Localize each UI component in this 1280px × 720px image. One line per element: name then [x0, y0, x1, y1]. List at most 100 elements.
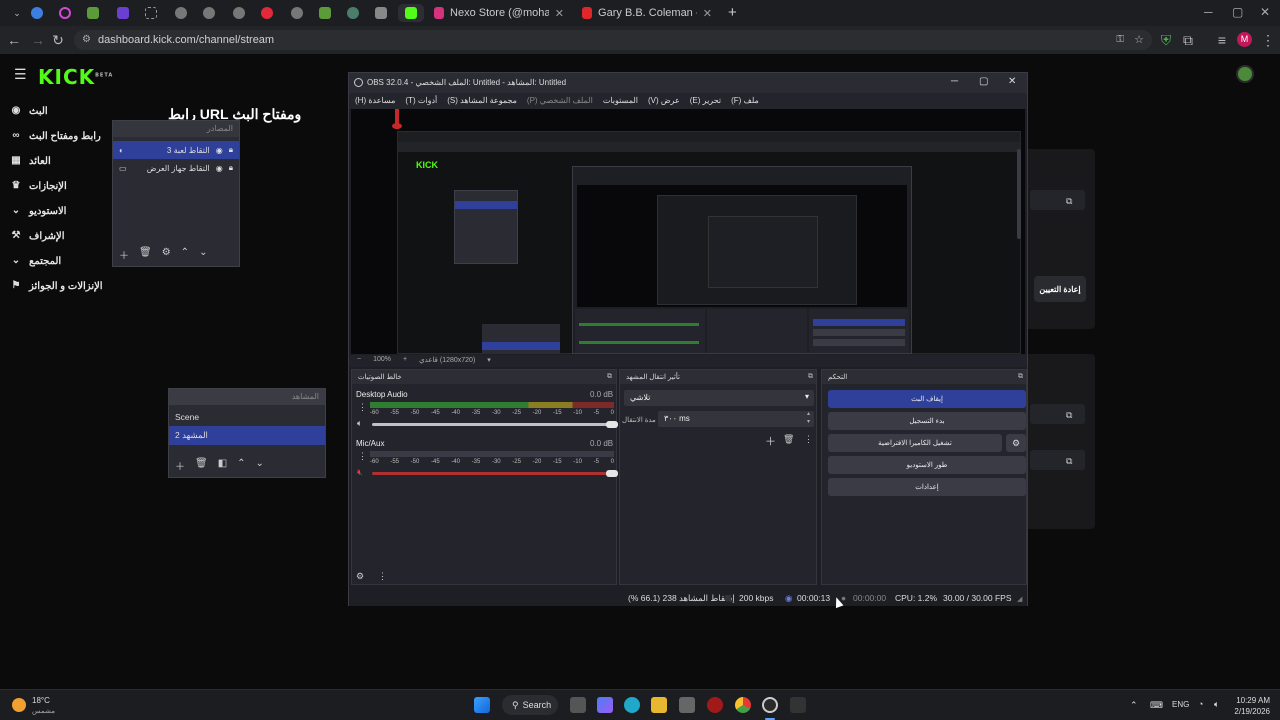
lock-icon[interactable]: 🔒︎ — [229, 145, 233, 155]
address-bar[interactable]: ⚙ dashboard.kick.com/channel/stream ⚿ ☆ — [74, 30, 1152, 50]
file-explorer-icon[interactable] — [651, 697, 667, 713]
mic-muted-icon[interactable]: 🔇︎ — [357, 467, 363, 478]
move-down-icon[interactable]: ⌄ — [256, 458, 264, 473]
add-icon[interactable]: ＋ — [119, 247, 129, 262]
site-info-icon[interactable]: ⚙ — [82, 30, 91, 50]
tab-pinned-13[interactable] — [368, 4, 394, 22]
app-icon[interactable] — [790, 697, 806, 713]
speaker-icon[interactable]: 🔈︎ — [357, 418, 362, 429]
windows-start-icon[interactable] — [474, 697, 490, 713]
stream-key-field[interactable] — [1030, 404, 1085, 424]
menu-dots-icon[interactable]: ⋮ — [1260, 32, 1276, 48]
wifi-icon[interactable]: ◔ — [1198, 699, 1203, 709]
sidebar-item-stream-key[interactable]: ∞ رابط ومفتاح البث — [10, 126, 120, 146]
tab-pinned-8[interactable] — [226, 4, 252, 22]
weather-sun-icon[interactable] — [12, 698, 26, 712]
close-icon[interactable]: ✕ — [555, 7, 564, 20]
tab-pinned-7[interactable] — [196, 4, 222, 22]
move-up-icon[interactable]: ⌃ — [237, 458, 245, 473]
tab-youtube[interactable]: Gary B.B. Coleman - The Sky is ✕ — [574, 2, 720, 24]
eye-icon[interactable]: ◉ — [216, 146, 223, 155]
sidebar-item-drops[interactable]: ⚑ الإنزالات و الجوائز — [10, 276, 150, 296]
back-icon[interactable]: ← — [6, 32, 22, 48]
sidebar-item-revenue[interactable]: ▦ العائد — [10, 151, 120, 171]
menu-profile[interactable]: الملف الشخصي (P) — [527, 96, 593, 106]
maximize-icon[interactable]: ▢ — [979, 76, 988, 87]
menu-view[interactable]: عرض (V) — [648, 96, 680, 106]
user-avatar[interactable] — [1236, 65, 1254, 83]
menu-scene-collection[interactable]: مجموعة المشاهد (S) — [447, 96, 517, 106]
tab-pinned-9[interactable] — [254, 4, 280, 22]
menu-tools[interactable]: أدوات (T) — [405, 96, 437, 106]
move-up-icon[interactable]: ⌃ — [181, 247, 189, 262]
lock-icon[interactable]: 🔒︎ — [229, 163, 233, 173]
close-icon[interactable]: ✕ — [1008, 76, 1016, 87]
tab-pinned-5[interactable] — [138, 4, 164, 22]
trash-icon[interactable]: 🗑︎ — [783, 434, 794, 445]
edge-icon[interactable] — [624, 697, 640, 713]
undock-icon[interactable]: ⧉ — [1018, 373, 1023, 381]
new-tab-button[interactable]: + — [728, 4, 737, 21]
taskbar-search[interactable]: ⚲ Search — [502, 695, 558, 715]
duration-input[interactable]: ٣٠٠ ms ▴ ▾ — [658, 411, 814, 427]
add-icon[interactable]: ＋ — [175, 458, 185, 473]
reload-icon[interactable]: ↻ — [50, 32, 66, 48]
close-icon[interactable]: ✕ — [703, 7, 712, 20]
app-icon[interactable] — [707, 697, 723, 713]
tab-pinned-1[interactable] — [24, 4, 50, 22]
mic-volume-slider[interactable] — [372, 470, 618, 477]
chevron-down-icon[interactable]: ▾ — [487, 356, 491, 366]
virtual-camera-settings-icon[interactable]: ⚙ — [1006, 434, 1026, 452]
language-indicator[interactable]: ENG — [1172, 700, 1189, 709]
slider-knob[interactable] — [606, 470, 618, 477]
forward-icon[interactable]: → — [30, 32, 46, 48]
tab-pinned-6[interactable] — [168, 4, 194, 22]
clock-date[interactable]: 2/19/2026 — [1226, 707, 1270, 716]
tab-pinned-4[interactable] — [110, 4, 136, 22]
add-transition-icon[interactable]: ＋ — [765, 433, 776, 449]
move-down-icon[interactable]: ⌄ — [199, 247, 207, 262]
source-item-display-capture[interactable]: ▭ التقاط جهاز العرض ◉ 🔒︎ — [113, 159, 239, 177]
backup-key-field[interactable] — [1030, 450, 1085, 470]
tab-kick[interactable] — [398, 4, 424, 22]
kick-logo[interactable]: KICKBETA — [38, 65, 113, 89]
zoom-in-icon[interactable]: + — [403, 356, 407, 366]
weather-temp[interactable]: 18°C — [32, 696, 50, 705]
sidebar-item-community[interactable]: ⌄ المجتمع — [10, 251, 120, 271]
minimize-icon[interactable]: ─ — [1204, 5, 1213, 19]
chrome-icon[interactable] — [735, 697, 751, 713]
extension-shield-icon[interactable]: ⛨ — [1158, 32, 1174, 48]
preview-scrollbar[interactable] — [1017, 149, 1021, 239]
channel-menu-icon[interactable]: ⋮ — [358, 451, 367, 462]
bookmark-star-icon[interactable]: ☆ — [1134, 30, 1144, 50]
scene-item-selected[interactable]: المشهد 2 — [169, 426, 325, 445]
tab-pinned-12[interactable] — [340, 4, 366, 22]
menu-edit[interactable]: تحرير (E) — [690, 96, 721, 106]
transition-menu-icon[interactable]: ⋮ — [804, 434, 813, 445]
tab-pinned-2[interactable] — [52, 4, 78, 22]
spinner-arrows-icon[interactable]: ▴ ▾ — [807, 410, 810, 426]
menu-file[interactable]: ملف (F) — [731, 96, 759, 106]
chevron-up-icon[interactable]: ⌃ — [1130, 700, 1138, 711]
profile-avatar[interactable]: M — [1237, 32, 1252, 47]
maximize-icon[interactable]: ▢ — [1232, 5, 1243, 19]
obs-taskbar-icon[interactable] — [762, 697, 778, 713]
copy-icon[interactable]: ⧉ — [1066, 456, 1072, 467]
scene-item[interactable]: Scene — [169, 407, 325, 426]
trash-icon[interactable]: 🗑︎ — [139, 247, 152, 262]
eye-icon[interactable]: ◉ — [216, 164, 223, 173]
obs-preview-canvas[interactable]: KICK — [351, 109, 1025, 354]
slider-knob[interactable] — [606, 421, 618, 428]
mixer-settings-icon[interactable]: ⚙ — [356, 571, 364, 582]
studio-mode-button[interactable]: طور الاستوديو — [828, 456, 1026, 474]
extensions-icon[interactable]: ⧉ — [1180, 32, 1196, 48]
copy-icon[interactable]: ⧉ — [1066, 196, 1072, 207]
mixer-menu-icon[interactable]: ⋮ — [378, 571, 387, 582]
tab-pinned-3[interactable] — [80, 4, 106, 22]
channel-menu-icon[interactable]: ⋮ — [358, 402, 367, 413]
gear-icon[interactable]: ⚙ — [162, 247, 171, 262]
resize-grip-icon[interactable]: ◢ — [1017, 595, 1022, 603]
copilot-icon[interactable] — [597, 697, 613, 713]
settings-button[interactable]: إعدادات — [828, 478, 1026, 496]
start-virtual-camera-button[interactable]: تشغيل الكاميرا الافتراضية — [828, 434, 1002, 452]
